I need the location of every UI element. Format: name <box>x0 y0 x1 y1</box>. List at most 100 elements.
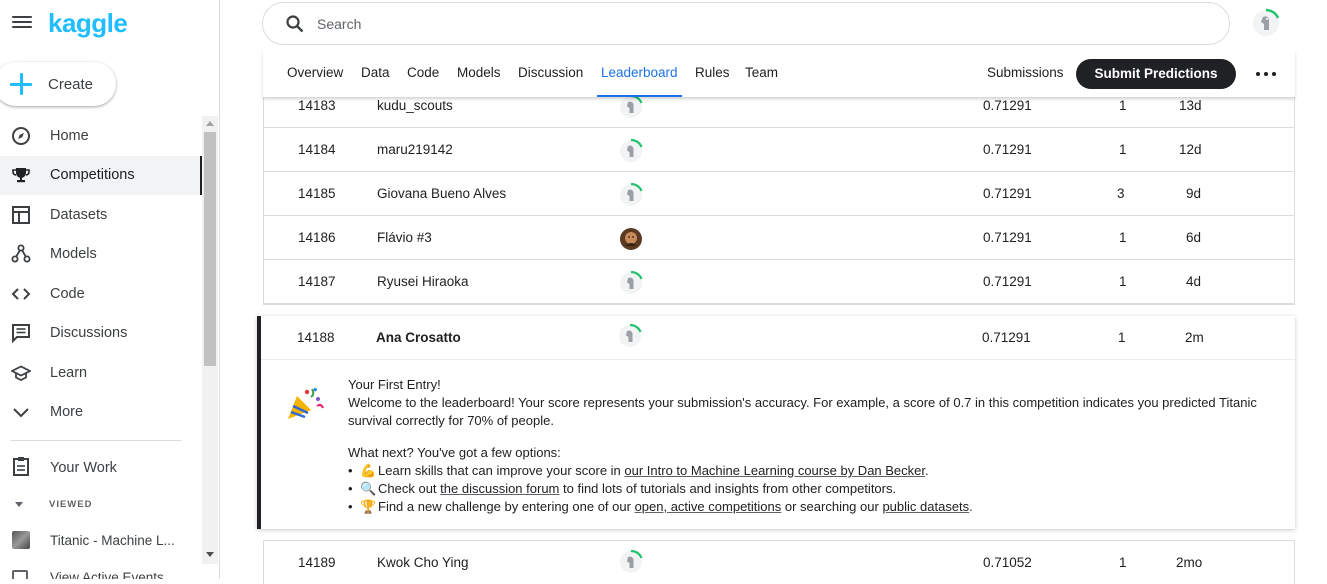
sidebar-item-label: Your Work <box>50 460 117 476</box>
flexed-arm-icon: 💪 <box>360 463 377 478</box>
entries-cell: 1 <box>1118 330 1126 345</box>
create-button[interactable]: Create <box>0 62 116 106</box>
caret-down-icon <box>15 501 23 507</box>
menu-icon[interactable] <box>12 13 32 33</box>
rank-cell: 14183 <box>298 98 336 113</box>
score-cell: 0.71291 <box>983 274 1032 289</box>
search-icon <box>285 14 305 39</box>
recent-item-label: Titanic - Machine L... <box>50 532 175 548</box>
member-avatar[interactable] <box>618 94 644 120</box>
sidebar-item-home[interactable]: Home <box>0 116 202 156</box>
recent-item-active-events[interactable]: View Active Events <box>0 566 202 579</box>
sidebar-item-discussions[interactable]: Discussions <box>0 314 202 354</box>
table-row[interactable]: 14185 Giovana Bueno Alves 0.71291 3 9d <box>264 172 1294 216</box>
team-name-cell[interactable]: Ana Crosatto <box>376 330 461 345</box>
next-step-item: • 💪 Learn skills that can improve your s… <box>348 463 929 478</box>
table-row[interactable]: 14187 Ryusei Hiraoka 0.71291 1 4d <box>264 260 1294 304</box>
sidebar-item-models[interactable]: Models <box>0 235 202 275</box>
clipboard-icon <box>12 456 30 481</box>
sidebar-item-label: Learn <box>50 364 88 381</box>
discussion-forum-link[interactable]: the discussion forum <box>440 481 559 496</box>
rank-cell: 14189 <box>298 555 336 570</box>
score-cell: 0.71291 <box>982 330 1031 345</box>
member-avatar[interactable] <box>617 323 643 349</box>
sidebar-scrollbar[interactable] <box>202 116 218 564</box>
kaggle-logo[interactable]: kaggle <box>48 8 128 39</box>
school-icon <box>11 363 31 383</box>
next-step-item: • 🏆 Find a new challenge by entering one… <box>348 499 973 514</box>
rank-cell: 14186 <box>298 230 336 245</box>
team-name-cell[interactable]: Giovana Bueno Alves <box>377 186 506 201</box>
sidebar-item-datasets[interactable]: Datasets <box>0 195 202 235</box>
member-avatar[interactable] <box>618 270 644 296</box>
member-avatar[interactable] <box>618 549 644 575</box>
tab-rules[interactable]: Rules <box>695 51 730 97</box>
tab-overview[interactable]: Overview <box>287 51 343 97</box>
more-options-icon[interactable] <box>1256 66 1276 82</box>
code-icon <box>11 284 31 304</box>
entries-cell: 1 <box>1119 274 1127 289</box>
last-submission-cell: 6d <box>1186 230 1202 245</box>
next-step-text: Find a new challenge by entering one of … <box>378 499 635 514</box>
team-name-cell[interactable]: Flávio #3 <box>377 230 432 245</box>
team-name-cell[interactable]: kudu_scouts <box>377 98 453 113</box>
member-avatar-photo[interactable] <box>618 226 644 252</box>
tab-data[interactable]: Data <box>361 51 390 97</box>
sidebar-item-label: More <box>50 404 84 421</box>
tab-models[interactable]: Models <box>457 51 501 97</box>
entries-cell: 1 <box>1119 555 1127 570</box>
tab-leaderboard[interactable]: Leaderboard <box>597 51 682 97</box>
tab-discussion[interactable]: Discussion <box>518 51 583 97</box>
next-step-text: . <box>969 499 973 514</box>
search-input[interactable] <box>317 13 1197 35</box>
sidebar-item-code[interactable]: Code <box>0 274 202 314</box>
submissions-link[interactable]: Submissions <box>987 51 1064 97</box>
public-datasets-link[interactable]: public datasets <box>882 499 969 514</box>
viewed-section-toggle[interactable]: VIEWED <box>12 496 92 512</box>
sidebar-item-label: Datasets <box>50 206 108 223</box>
table-row[interactable]: 14189 Kwok Cho Ying 0.71052 1 2mo <box>263 540 1295 584</box>
entries-cell: 3 <box>1117 186 1125 201</box>
party-popper-icon <box>285 386 325 422</box>
team-name-cell[interactable]: maru219142 <box>377 142 453 157</box>
sidebar-item-your-work[interactable]: Your Work <box>0 448 202 488</box>
sidebar-item-learn[interactable]: Learn <box>0 353 202 393</box>
team-name-cell[interactable]: Kwok Cho Ying <box>377 555 469 570</box>
table-row[interactable]: 14186 Flávio #3 0.71291 1 6d <box>264 216 1294 260</box>
titanic-thumbnail-icon <box>12 531 30 549</box>
score-cell: 0.71291 <box>983 186 1032 201</box>
score-cell: 0.71291 <box>983 98 1032 113</box>
member-avatar[interactable] <box>618 182 644 208</box>
next-step-item: • 🔍 Check out the discussion forum to fi… <box>348 481 897 496</box>
intro-ml-course-link[interactable]: our Intro to Machine Learning course by … <box>624 463 925 478</box>
models-icon <box>11 244 31 264</box>
next-steps-heading: What next? You've got a few options: <box>348 445 561 460</box>
next-step-text: Learn skills that can improve your score… <box>378 463 625 478</box>
user-avatar[interactable] <box>1251 8 1281 38</box>
scroll-down-arrow-icon[interactable] <box>206 552 214 557</box>
compass-icon <box>11 126 31 146</box>
viewed-heading: VIEWED <box>49 498 93 510</box>
sidebar-item-competitions[interactable]: Competitions <box>0 155 202 195</box>
tab-code[interactable]: Code <box>407 51 439 97</box>
your-entry-row[interactable]: 14188 Ana Crosatto 0.71291 1 2m <box>261 316 1295 360</box>
create-label: Create <box>48 75 94 93</box>
table-row[interactable]: 14184 maru219142 0.71291 1 12d <box>264 128 1294 172</box>
score-cell: 0.71291 <box>983 142 1032 157</box>
submit-predictions-button[interactable]: Submit Predictions <box>1076 59 1236 89</box>
scroll-up-arrow-icon[interactable] <box>206 121 214 126</box>
active-competitions-link[interactable]: open, active competitions <box>635 499 782 514</box>
recent-item-titanic[interactable]: Titanic - Machine L... <box>0 522 202 558</box>
tab-team[interactable]: Team <box>745 51 778 97</box>
team-name-cell[interactable]: Ryusei Hiraoka <box>377 274 469 289</box>
leaderboard-table: 14183 kudu_scouts 0.71291 1 13d 14184 ma… <box>263 84 1295 305</box>
magnifier-icon: 🔍 <box>360 481 377 496</box>
entries-cell: 1 <box>1119 142 1127 157</box>
member-avatar[interactable] <box>618 138 644 164</box>
scrollbar-thumb[interactable] <box>204 132 216 366</box>
entries-cell: 1 <box>1119 230 1127 245</box>
last-submission-cell: 9d <box>1186 186 1202 201</box>
sidebar-item-more[interactable]: More <box>0 393 202 433</box>
rank-cell: 14187 <box>298 274 336 289</box>
search-bar <box>262 2 1230 45</box>
